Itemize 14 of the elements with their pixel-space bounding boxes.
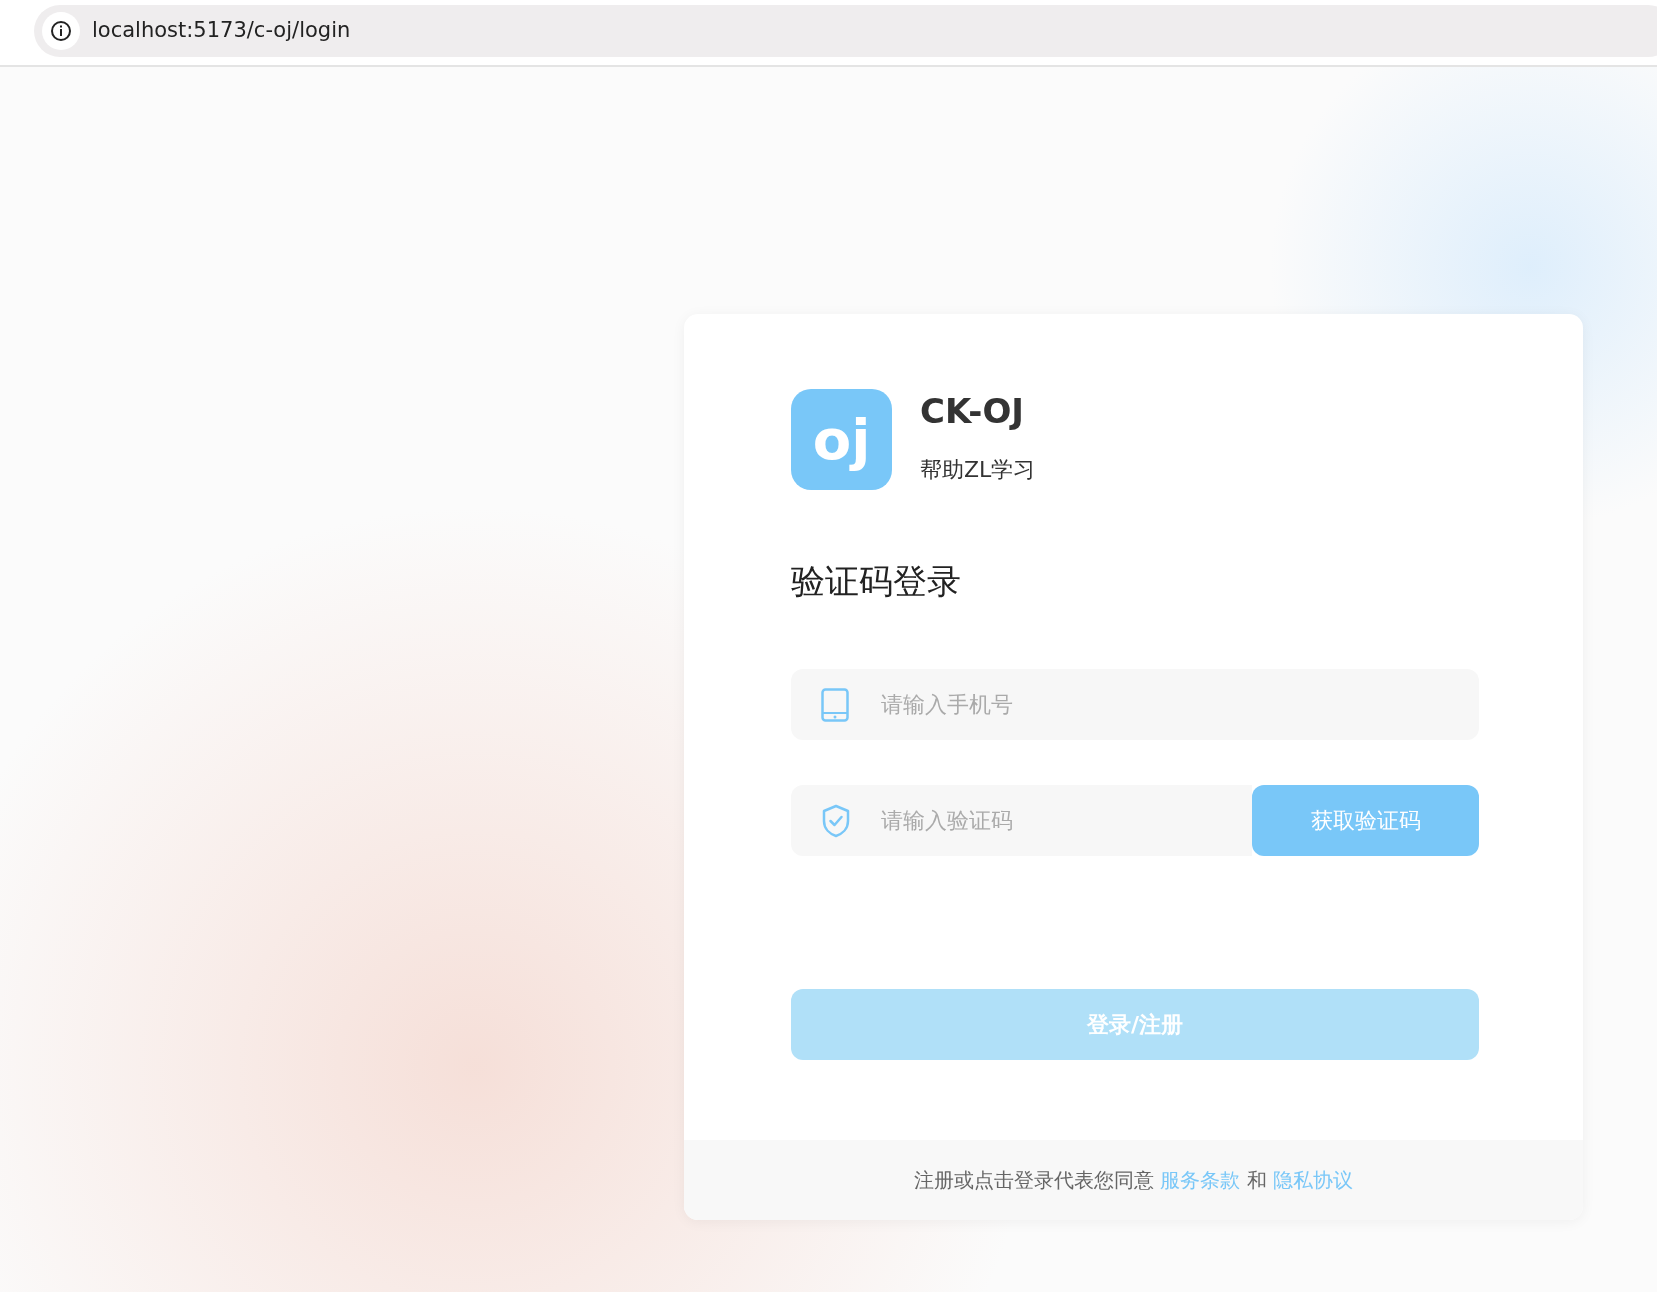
get-code-button[interactable]: 获取验证码 <box>1252 785 1479 856</box>
brand-slogan: 帮助ZL学习 <box>920 455 1036 484</box>
agreement-link[interactable]: 隐私协议 <box>1273 1168 1354 1192</box>
phone-input-field[interactable]: 请输入手机号 <box>791 669 1479 740</box>
tablet-icon <box>821 687 849 722</box>
agreement-link[interactable]: 服务条款 <box>1160 1168 1241 1192</box>
info-icon[interactable] <box>42 12 80 50</box>
shield-check-icon <box>821 803 851 838</box>
logo: oj <box>791 389 892 490</box>
login-heading: 验证码登录 <box>791 560 962 603</box>
address-bar-url[interactable]: localhost:5173/c-oj/login <box>92 15 351 47</box>
agreement-text: 注册或点击登录代表您同意 服务条款 和 隐私协议 <box>913 1167 1354 1194</box>
brand-name: CK-OJ <box>920 393 1025 431</box>
code-input-field[interactable]: 请输入验证码 <box>791 785 1252 856</box>
